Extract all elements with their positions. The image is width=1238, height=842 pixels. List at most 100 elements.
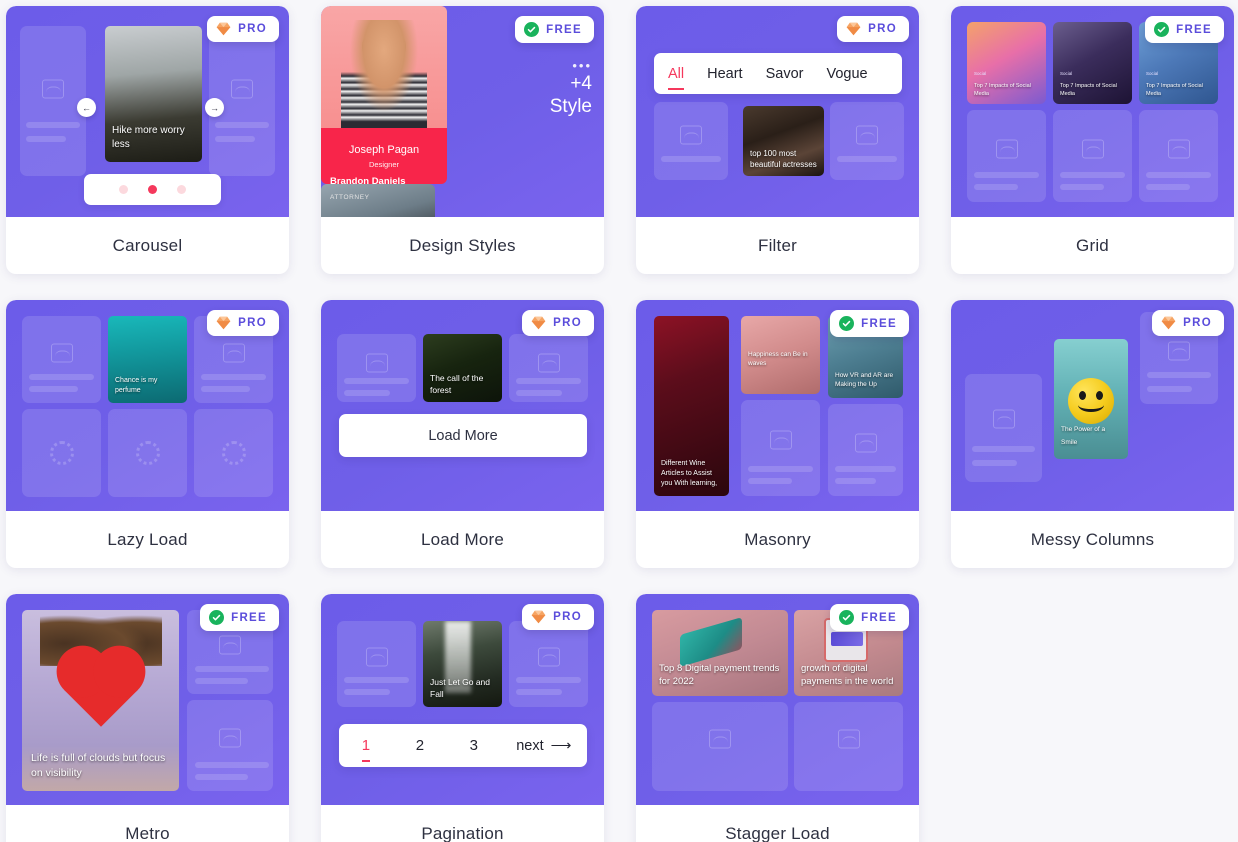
image-placeholder-icon <box>537 353 560 373</box>
badge-label: FREE <box>1176 23 1212 36</box>
lazy-hero-caption: Chance is my perfume <box>115 377 158 394</box>
grid-thumb: Social Top 7 Impacts of Social Media <box>1053 22 1132 104</box>
filter-tab-vogue[interactable]: Vogue <box>826 66 867 82</box>
pagination-page-1[interactable]: 1 <box>339 737 393 762</box>
template-card-grid[interactable]: Social Top 7 Impacts of Social Media Soc… <box>951 6 1234 274</box>
thumb-kicker: Social <box>1060 71 1073 76</box>
masonry-tile: Different Wine Articles to Assist you Wi… <box>654 316 729 496</box>
thumb-caption: Top 7 Impacts of Social Media <box>1060 83 1117 97</box>
image-placeholder-icon <box>365 353 388 373</box>
card-title: Carousel <box>112 235 183 255</box>
carousel-next-arrow[interactable]: → <box>205 98 224 117</box>
image-placeholder-icon <box>219 635 241 655</box>
metro-hero-thumb: Life is full of clouds but focus on visi… <box>22 610 179 791</box>
metro-hero-caption: Life is full of clouds but focus on visi… <box>31 752 166 779</box>
template-card-stagger-load[interactable]: Top 8 Digital payment trends for 2022 gr… <box>636 594 919 842</box>
spinner-icon <box>135 441 160 465</box>
filter-tab-all[interactable]: All <box>668 66 685 90</box>
placeholder-tile <box>1139 110 1218 202</box>
card-title: Grid <box>1076 235 1109 255</box>
profile-role: Designer <box>368 159 399 169</box>
gem-icon <box>531 316 546 330</box>
profile-card-left: Joseph Pagan Designer <box>321 6 447 184</box>
template-gallery-grid: Hike more worry less ← → PRO Carousel Jo… <box>0 0 1238 842</box>
card-title: Masonry <box>744 529 811 549</box>
stagger-load-preview: Top 8 Digital payment trends for 2022 gr… <box>636 594 919 805</box>
image-placeholder-icon <box>709 729 731 749</box>
design-styles-preview: Joseph Pagan Designer ••• +4 Style Brando… <box>321 6 604 217</box>
placeholder-tile <box>965 374 1042 482</box>
template-card-messy-columns[interactable]: The Power of a Smile PRO Messy Columns <box>951 300 1234 568</box>
profile-name: Brandon Daniels <box>330 176 406 187</box>
load-more-hero-thumb: The call of the forest <box>423 334 502 402</box>
badge-pro: PRO <box>522 310 594 336</box>
filter-tab-savor[interactable]: Savor <box>766 66 804 82</box>
image-placeholder-icon <box>680 125 702 145</box>
template-card-lazy-load[interactable]: Chance is my perfume PRO Lazy Load <box>6 300 289 568</box>
template-card-load-more[interactable]: The call of the forest Load More PRO Loa… <box>321 300 604 568</box>
card-title: Stagger Load <box>725 823 830 842</box>
load-more-button[interactable]: Load More <box>339 414 587 457</box>
carousel-prev-arrow[interactable]: ← <box>77 98 96 117</box>
image-placeholder-icon <box>537 647 560 667</box>
arrow-right-icon: ⟶ <box>550 737 572 754</box>
pagination-page-2[interactable]: 2 <box>393 737 447 754</box>
filter-hero-caption: top 100 most beautiful actresses <box>750 149 817 169</box>
stagger-tile: Top 8 Digital payment trends for 2022 <box>652 610 788 696</box>
lazy-load-preview: Chance is my perfume PRO <box>6 300 289 511</box>
template-card-masonry[interactable]: Different Wine Articles to Assist you Wi… <box>636 300 919 568</box>
badge-label: FREE <box>231 611 267 624</box>
gem-icon <box>216 316 231 330</box>
card-title: Pagination <box>421 823 504 842</box>
placeholder-tile <box>741 400 820 496</box>
stagger-tile-caption: growth of digital payments in the world <box>801 663 894 687</box>
template-card-filter[interactable]: All Heart Savor Vogue top 100 most beaut… <box>636 6 919 274</box>
loading-tile <box>22 409 101 497</box>
placeholder-tile <box>509 334 588 402</box>
pagination-bar[interactable]: 1 2 3 next ⟶ <box>339 724 587 767</box>
load-more-preview: The call of the forest Load More PRO <box>321 300 604 511</box>
badge-free: FREE <box>830 604 909 631</box>
badge-label: PRO <box>868 23 897 35</box>
placeholder-tile <box>187 700 273 791</box>
carousel-dot[interactable] <box>177 185 186 194</box>
placeholder-tile <box>22 316 101 403</box>
gem-icon <box>846 22 861 36</box>
check-circle-icon <box>839 316 855 331</box>
template-card-pagination[interactable]: Just Let Go and Fall 1 2 3 next ⟶ PRO Pa… <box>321 594 604 842</box>
image-placeholder-icon <box>365 647 388 667</box>
placeholder-tile <box>509 621 588 707</box>
badge-label: FREE <box>546 23 582 36</box>
masonry-tile-caption: Happiness can Be in waves <box>748 351 808 367</box>
image-placeholder-icon <box>1168 341 1190 361</box>
thumb-kicker: Social <box>1146 71 1159 76</box>
spinner-icon <box>49 441 74 465</box>
badge-free: FREE <box>200 604 279 631</box>
masonry-tile-caption: Different Wine Articles to Assist you Wi… <box>661 460 718 487</box>
check-circle-icon <box>209 610 225 625</box>
filter-hero-thumb: top 100 most beautiful actresses <box>743 106 824 176</box>
template-card-carousel[interactable]: Hike more worry less ← → PRO Carousel <box>6 6 289 274</box>
filter-tab-bar[interactable]: All Heart Savor Vogue <box>654 53 902 94</box>
carousel-dot-active[interactable] <box>148 185 157 194</box>
pagination-next-button[interactable]: next ⟶ <box>501 738 587 754</box>
placeholder-tile <box>20 26 86 176</box>
badge-free: FREE <box>515 16 594 43</box>
carousel-dot[interactable] <box>119 185 128 194</box>
placeholder-tile <box>830 102 904 180</box>
metro-preview: Life is full of clouds but focus on visi… <box>6 594 289 805</box>
load-more-hero-caption: The call of the forest <box>430 373 484 395</box>
messy-hero-thumb: The Power of a Smile <box>1054 339 1128 459</box>
image-placeholder-icon <box>1081 139 1104 159</box>
template-card-design-styles[interactable]: Joseph Pagan Designer ••• +4 Style Brando… <box>321 6 604 274</box>
template-card-metro[interactable]: Life is full of clouds but focus on visi… <box>6 594 289 842</box>
profile-photo <box>321 6 447 128</box>
carousel-dots[interactable] <box>84 174 221 205</box>
filter-tab-heart[interactable]: Heart <box>707 66 742 82</box>
pagination-page-3[interactable]: 3 <box>447 737 501 754</box>
carousel-hero-caption: Hike more worry less <box>112 125 185 150</box>
spinner-icon <box>221 441 246 465</box>
pagination-next-label: next <box>516 737 544 754</box>
image-placeholder-icon <box>50 343 73 363</box>
image-placeholder-icon <box>995 139 1018 159</box>
